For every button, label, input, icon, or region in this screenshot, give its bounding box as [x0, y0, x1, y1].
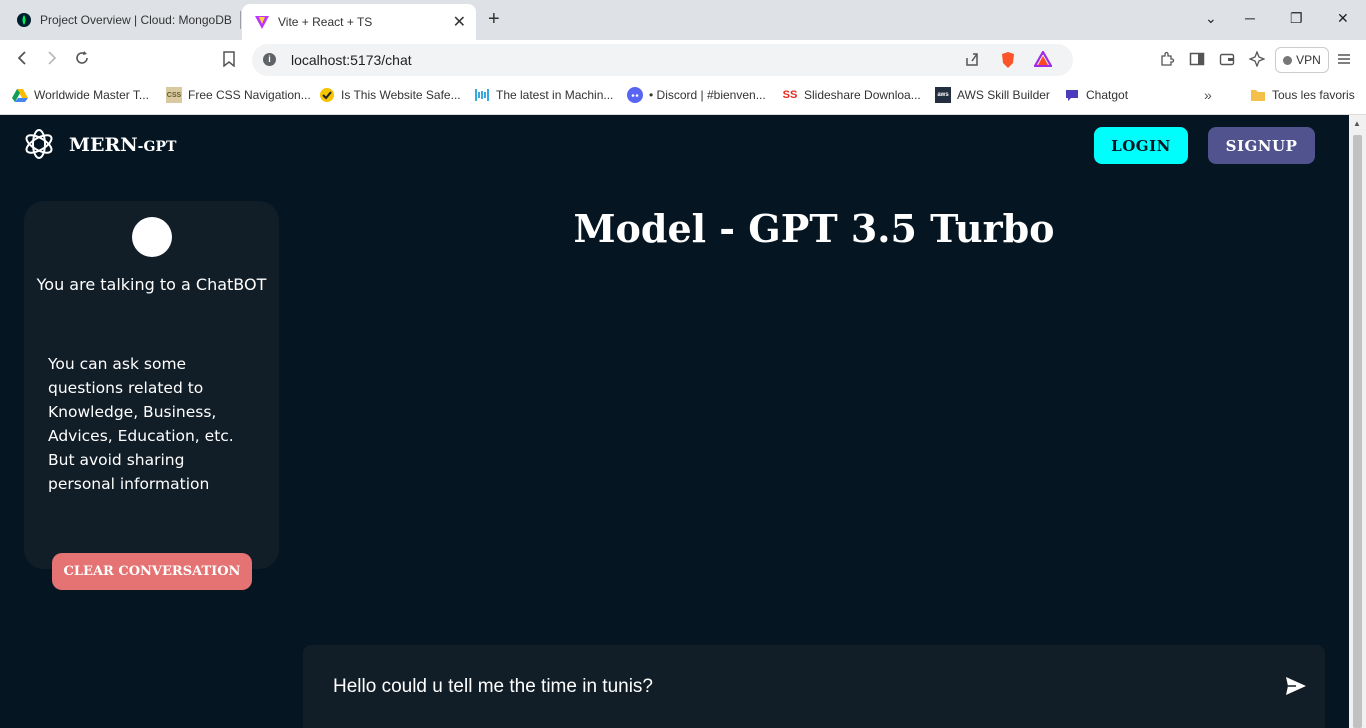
bookmark-label: • Discord | #bienven...	[649, 88, 766, 102]
tab-search-icon[interactable]: ⌄	[1205, 10, 1217, 27]
bookmark-label: Is This Website Safe...	[341, 88, 461, 102]
tab-title: Vite + React + TS	[278, 15, 373, 29]
css-icon: CSS	[166, 87, 182, 103]
sidebar-toggle-icon[interactable]	[1189, 51, 1205, 71]
tab-separator	[240, 11, 241, 29]
browser-tab-mongodb[interactable]: Project Overview | Cloud: MongoDB	[8, 0, 240, 40]
tab-title: Project Overview | Cloud: MongoDB	[40, 13, 232, 27]
extensions-icon[interactable]	[1159, 51, 1175, 71]
vpn-label: VPN	[1296, 53, 1321, 67]
bookmark-label: Chatgot	[1086, 88, 1129, 102]
papers-icon	[474, 87, 490, 103]
forward-icon[interactable]	[44, 50, 60, 71]
brand-name[interactable]: MERN-GPT	[69, 134, 176, 156]
clear-conversation-button[interactable]: CLEAR CONVERSATION	[52, 553, 252, 590]
brave-shield-icon[interactable]	[1000, 51, 1016, 73]
more-bookmarks-icon[interactable]: »	[1204, 87, 1212, 103]
chat-message-input[interactable]	[333, 674, 1233, 700]
vite-icon	[254, 14, 270, 30]
brand-suffix: -GPT	[137, 139, 177, 155]
leo-ai-icon[interactable]	[1248, 50, 1266, 71]
bookmark-css-navigation[interactable]: CSS Free CSS Navigation...	[166, 87, 311, 103]
minimize-icon[interactable]: ─	[1245, 10, 1255, 26]
bookmark-label: Tous les favoris	[1272, 88, 1355, 102]
mongodb-leaf-icon	[16, 12, 32, 28]
scroll-up-icon[interactable]: ▲	[1353, 119, 1361, 128]
bookmark-label: The latest in Machin...	[496, 88, 614, 102]
bookmark-label: Free CSS Navigation...	[188, 88, 311, 102]
discord-icon	[627, 87, 643, 103]
site-info-icon[interactable]: i	[263, 53, 276, 66]
bookmark-website-safe[interactable]: Is This Website Safe...	[319, 87, 461, 103]
brand-main: MERN	[69, 134, 138, 156]
google-drive-icon	[12, 87, 28, 103]
brave-rewards-icon[interactable]	[1033, 49, 1053, 71]
send-icon[interactable]	[1284, 674, 1308, 698]
scrollbar-thumb[interactable]	[1353, 135, 1362, 728]
bookmark-label: AWS Skill Builder	[957, 88, 1050, 102]
close-tab-icon[interactable]: ✕	[453, 12, 466, 32]
close-window-icon[interactable]: ✕	[1337, 10, 1349, 27]
bookmark-chatgot[interactable]: Chatgot	[1064, 87, 1128, 103]
bookmark-all-favorites[interactable]: Tous les favoris	[1250, 87, 1355, 103]
signup-button[interactable]: SIGNUP	[1208, 127, 1315, 164]
check-icon	[319, 87, 335, 103]
share-icon[interactable]	[964, 51, 980, 71]
bookmark-machine-learning[interactable]: The latest in Machin...	[474, 87, 613, 103]
bookmark-slideshare[interactable]: SS Slideshare Downloa...	[782, 87, 921, 103]
ss-icon: SS	[782, 89, 798, 101]
bookmark-discord[interactable]: • Discord | #bienven...	[627, 87, 766, 103]
bookmark-icon[interactable]	[222, 51, 236, 72]
login-button[interactable]: LOGIN	[1094, 127, 1188, 164]
folder-icon	[1250, 87, 1266, 103]
wallet-icon[interactable]	[1219, 51, 1235, 71]
back-icon[interactable]	[14, 50, 30, 71]
bot-avatar	[132, 217, 172, 257]
bookmark-label: Slideshare Downloa...	[804, 88, 921, 102]
vpn-status-icon	[1283, 55, 1293, 65]
bookmark-label: Worldwide Master T...	[34, 88, 149, 102]
chatbot-notice: You are talking to a ChatBOT	[36, 275, 267, 294]
bookmark-aws[interactable]: aws AWS Skill Builder	[935, 87, 1050, 103]
model-title: Model - GPT 3.5 Turbo	[573, 206, 1055, 251]
restore-icon[interactable]: ❐	[1290, 10, 1303, 27]
new-tab-icon[interactable]: +	[488, 8, 500, 31]
menu-icon[interactable]	[1336, 51, 1352, 71]
bookmark-worldwide[interactable]: Worldwide Master T...	[12, 87, 149, 103]
browser-tab-vite[interactable]: Vite + React + TS ✕	[242, 4, 476, 40]
chat-bubble-icon	[1064, 87, 1080, 103]
reload-icon[interactable]	[74, 50, 90, 71]
page-scrollbar[interactable]: ▲	[1349, 115, 1366, 728]
openai-logo-icon[interactable]	[22, 127, 56, 161]
aws-icon: aws	[935, 87, 951, 103]
url-text[interactable]: localhost:5173/chat	[291, 52, 412, 68]
vpn-button[interactable]: VPN	[1275, 47, 1329, 73]
usage-hint: You can ask some questions related to Kn…	[48, 355, 234, 493]
